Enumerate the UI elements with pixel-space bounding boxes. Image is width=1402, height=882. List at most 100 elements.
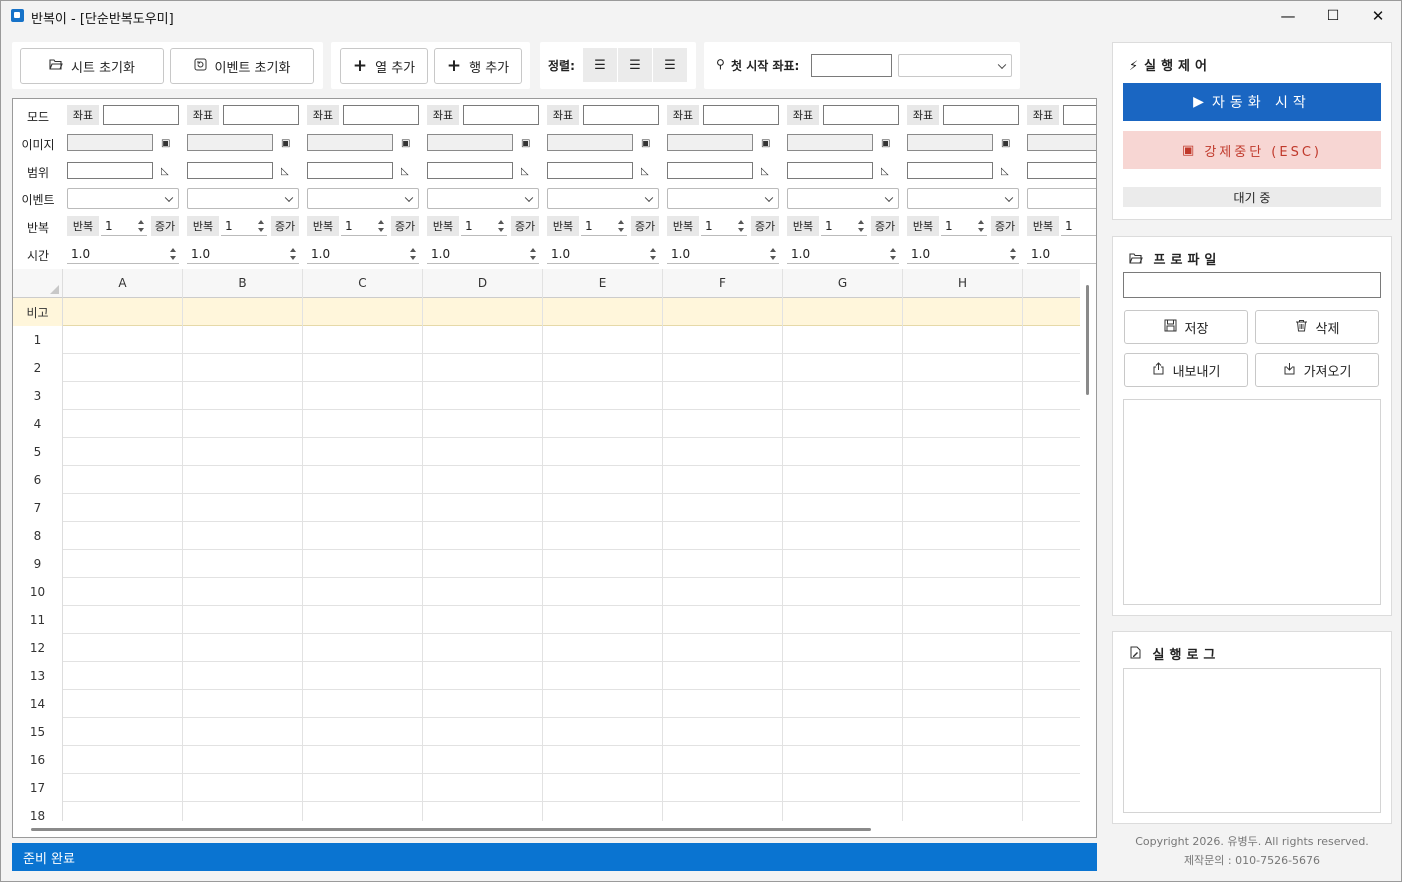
image-pick-icon[interactable]: ▣ — [761, 138, 770, 149]
coord-input[interactable] — [943, 105, 1019, 125]
event-select[interactable] — [307, 188, 419, 209]
maximize-button[interactable]: ☐ — [1310, 1, 1356, 31]
spin-arrows-icon[interactable] — [737, 218, 745, 234]
row-number[interactable]: 8 — [13, 522, 63, 550]
image-path-field[interactable] — [907, 134, 993, 151]
column-header[interactable]: B — [183, 269, 303, 298]
table-row[interactable]: 3 — [13, 382, 1080, 410]
profile-list[interactable] — [1123, 399, 1381, 605]
time-stepper[interactable]: 1.0 — [307, 244, 419, 264]
event-select[interactable] — [787, 188, 899, 209]
column-header[interactable]: H — [903, 269, 1023, 298]
row-number[interactable]: 15 — [13, 718, 63, 746]
coord-input[interactable] — [343, 105, 419, 125]
reset-event-button[interactable]: 이벤트 초기화 — [170, 48, 314, 84]
row-number[interactable]: 13 — [13, 662, 63, 690]
note-row[interactable]: 비고 — [13, 298, 1080, 326]
image-pick-icon[interactable]: ▣ — [161, 138, 170, 149]
table-row[interactable]: 6 — [13, 466, 1080, 494]
table-row[interactable]: 2 — [13, 354, 1080, 382]
spin-arrows-icon[interactable] — [649, 246, 657, 262]
table-row[interactable]: 9 — [13, 550, 1080, 578]
row-number[interactable]: 2 — [13, 354, 63, 382]
image-path-field[interactable] — [547, 134, 633, 151]
image-path-field[interactable] — [427, 134, 513, 151]
row-number[interactable]: 1 — [13, 326, 63, 354]
image-pick-icon[interactable]: ▣ — [1001, 138, 1010, 149]
row-number[interactable]: 12 — [13, 634, 63, 662]
time-stepper[interactable]: 1.0 — [67, 244, 179, 264]
reset-sheet-button[interactable]: 시트 초기화 — [20, 48, 164, 84]
image-path-field[interactable] — [187, 134, 273, 151]
coord-input[interactable] — [703, 105, 779, 125]
range-input[interactable] — [787, 162, 873, 179]
time-stepper[interactable]: 1.0 — [787, 244, 899, 264]
align-right-button[interactable]: ☰ — [653, 48, 687, 82]
row-number[interactable]: 9 — [13, 550, 63, 578]
column-header[interactable] — [1023, 269, 1080, 298]
export-profile-button[interactable]: 내보내기 — [1124, 353, 1248, 387]
row-number[interactable]: 14 — [13, 690, 63, 718]
image-pick-icon[interactable]: ▣ — [401, 138, 410, 149]
spin-arrows-icon[interactable] — [257, 218, 265, 234]
event-select[interactable] — [907, 188, 1019, 209]
spin-arrows-icon[interactable] — [377, 218, 385, 234]
vertical-scrollbar[interactable] — [1086, 285, 1089, 395]
image-path-field[interactable] — [1027, 134, 1096, 151]
add-column-button[interactable]: + 열 추가 — [340, 48, 428, 84]
close-button[interactable]: ✕ — [1355, 1, 1401, 31]
table-row[interactable]: 18 — [13, 802, 1080, 821]
range-input[interactable] — [307, 162, 393, 179]
spin-arrows-icon[interactable] — [977, 218, 985, 234]
table-row[interactable]: 4 — [13, 410, 1080, 438]
table-row[interactable]: 11 — [13, 606, 1080, 634]
table-row[interactable]: 13 — [13, 662, 1080, 690]
table-row[interactable]: 1 — [13, 326, 1080, 354]
column-header[interactable]: F — [663, 269, 783, 298]
profile-name-input[interactable] — [1123, 272, 1381, 298]
table-row[interactable]: 12 — [13, 634, 1080, 662]
range-input[interactable] — [1027, 162, 1096, 179]
spin-arrows-icon[interactable] — [1009, 246, 1017, 262]
row-number[interactable]: 7 — [13, 494, 63, 522]
range-input[interactable] — [187, 162, 273, 179]
repeat-stepper[interactable]: 1 — [941, 216, 987, 236]
spin-arrows-icon[interactable] — [889, 246, 897, 262]
start-mode-select[interactable] — [898, 54, 1012, 77]
repeat-stepper[interactable]: 1 — [461, 216, 507, 236]
time-stepper[interactable]: 1.0 — [667, 244, 779, 264]
repeat-stepper[interactable]: 1 — [101, 216, 147, 236]
repeat-stepper[interactable]: 1 — [341, 216, 387, 236]
start-automation-button[interactable]: ▶ 자동화 시작 — [1123, 83, 1381, 121]
repeat-stepper[interactable]: 1 — [221, 216, 267, 236]
range-input[interactable] — [907, 162, 993, 179]
image-pick-icon[interactable]: ▣ — [881, 138, 890, 149]
spin-arrows-icon[interactable] — [497, 218, 505, 234]
column-header[interactable]: E — [543, 269, 663, 298]
align-center-button[interactable]: ☰ — [618, 48, 652, 82]
range-input[interactable] — [67, 162, 153, 179]
column-header[interactable]: G — [783, 269, 903, 298]
spin-arrows-icon[interactable] — [857, 218, 865, 234]
table-row[interactable]: 7 — [13, 494, 1080, 522]
repeat-stepper[interactable]: 1 — [821, 216, 867, 236]
grid-corner[interactable] — [13, 269, 63, 298]
save-profile-button[interactable]: 저장 — [1124, 310, 1248, 344]
event-select[interactable] — [1027, 188, 1096, 209]
spin-arrows-icon[interactable] — [769, 246, 777, 262]
coord-input[interactable] — [103, 105, 179, 125]
table-row[interactable]: 17 — [13, 774, 1080, 802]
delete-profile-button[interactable]: 삭제 — [1255, 310, 1379, 344]
table-row[interactable]: 10 — [13, 578, 1080, 606]
repeat-stepper[interactable]: 1 — [581, 216, 627, 236]
note-row-label[interactable]: 비고 — [13, 298, 63, 326]
image-path-field[interactable] — [307, 134, 393, 151]
coord-input[interactable] — [583, 105, 659, 125]
row-number[interactable]: 17 — [13, 774, 63, 802]
image-pick-icon[interactable]: ▣ — [641, 138, 650, 149]
column-header[interactable]: C — [303, 269, 423, 298]
image-path-field[interactable] — [787, 134, 873, 151]
coord-input[interactable] — [463, 105, 539, 125]
event-select[interactable] — [667, 188, 779, 209]
spin-arrows-icon[interactable] — [169, 246, 177, 262]
